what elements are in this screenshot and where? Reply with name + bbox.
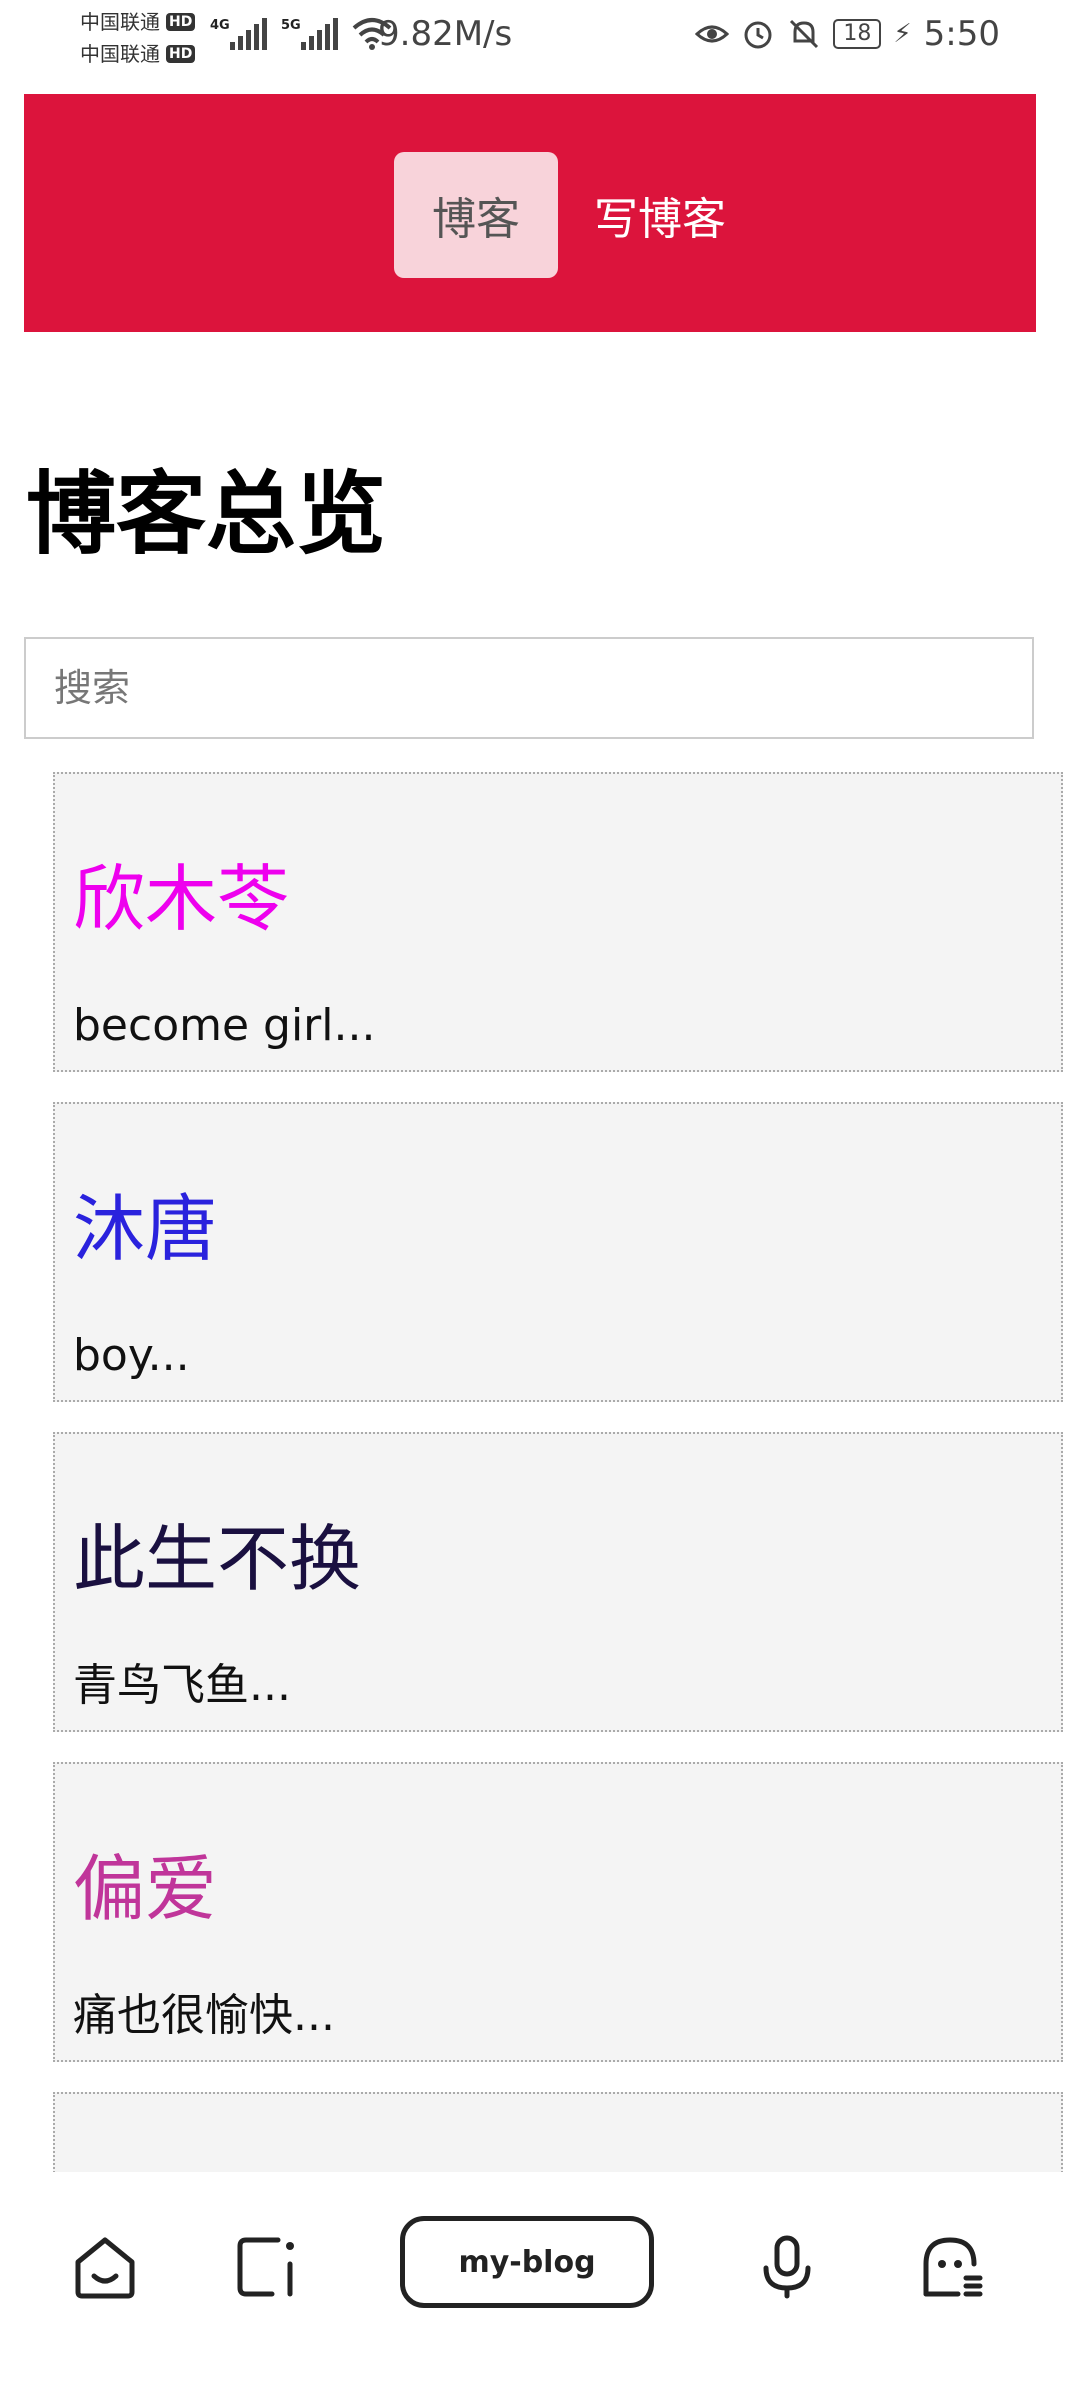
post-excerpt: boy... xyxy=(73,1330,190,1381)
network-type: 4G xyxy=(210,18,230,33)
bell-off-icon xyxy=(790,19,819,49)
nav-bar: 博客 写博客 xyxy=(394,152,762,278)
clock: 5:50 xyxy=(923,14,1000,54)
signal-indicators: 4G 5G xyxy=(210,16,392,50)
app-header: 博客 写博客 xyxy=(24,94,1036,332)
carrier-1: 中国联通 xyxy=(80,10,160,34)
post-list: 欣木苓 become girl... 沐唐 boy... 此生不换 青鸟飞鱼..… xyxy=(53,772,1080,2172)
page-title: 博客总览 xyxy=(26,462,386,567)
assistant-icon[interactable] xyxy=(918,2232,988,2302)
post-excerpt: 痛也很愉快... xyxy=(73,1990,335,2041)
eye-icon xyxy=(695,25,730,43)
tabs-icon[interactable] xyxy=(232,2232,302,2302)
nav-item-write-blog[interactable]: 写博客 xyxy=(558,152,762,278)
post-excerpt: become girl... xyxy=(73,1000,376,1051)
signal-icon: 4G xyxy=(210,18,267,50)
hd-badge: HD xyxy=(166,45,196,63)
status-bar: 中国联通 HD 中国联通 HD 4G 5G 9.82M/s 18 ⚡ 5:50 xyxy=(0,0,1080,72)
signal-icon: 5G xyxy=(281,18,338,50)
battery-level: 18 xyxy=(833,19,882,49)
network-type: 5G xyxy=(281,18,301,33)
alarm-icon xyxy=(744,21,772,49)
address-bar[interactable]: my-blog xyxy=(400,2216,654,2308)
microphone-icon[interactable] xyxy=(752,2232,822,2302)
post-card[interactable]: 此生不换 青鸟飞鱼... xyxy=(53,1432,1063,1732)
post-title[interactable]: 此生不换 xyxy=(73,1514,361,1604)
hd-badge: HD xyxy=(166,13,196,31)
status-right: 18 ⚡ 5:50 xyxy=(695,14,1000,54)
post-title[interactable]: 沐唐 xyxy=(73,1184,217,1274)
post-card[interactable]: 沐唐 boy... xyxy=(53,1102,1063,1402)
nav-item-blog[interactable]: 博客 xyxy=(394,152,558,278)
home-icon[interactable] xyxy=(70,2232,140,2302)
carrier-2: 中国联通 xyxy=(80,42,160,66)
post-excerpt: 青鸟飞鱼... xyxy=(73,1660,291,1711)
network-speed: 9.82M/s xyxy=(378,14,513,54)
post-card[interactable]: 偏爱 痛也很愉快... xyxy=(53,1762,1063,2062)
carrier-info: 中国联通 HD 中国联通 HD xyxy=(80,6,196,70)
bottom-bar: my-blog xyxy=(0,2176,1080,2400)
post-card[interactable] xyxy=(53,2092,1063,2172)
post-title[interactable]: 偏爱 xyxy=(73,1844,217,1934)
search-input[interactable] xyxy=(24,637,1034,739)
post-title[interactable]: 欣木苓 xyxy=(73,854,289,944)
charging-icon: ⚡ xyxy=(893,19,912,49)
post-card[interactable]: 欣木苓 become girl... xyxy=(53,772,1063,1072)
